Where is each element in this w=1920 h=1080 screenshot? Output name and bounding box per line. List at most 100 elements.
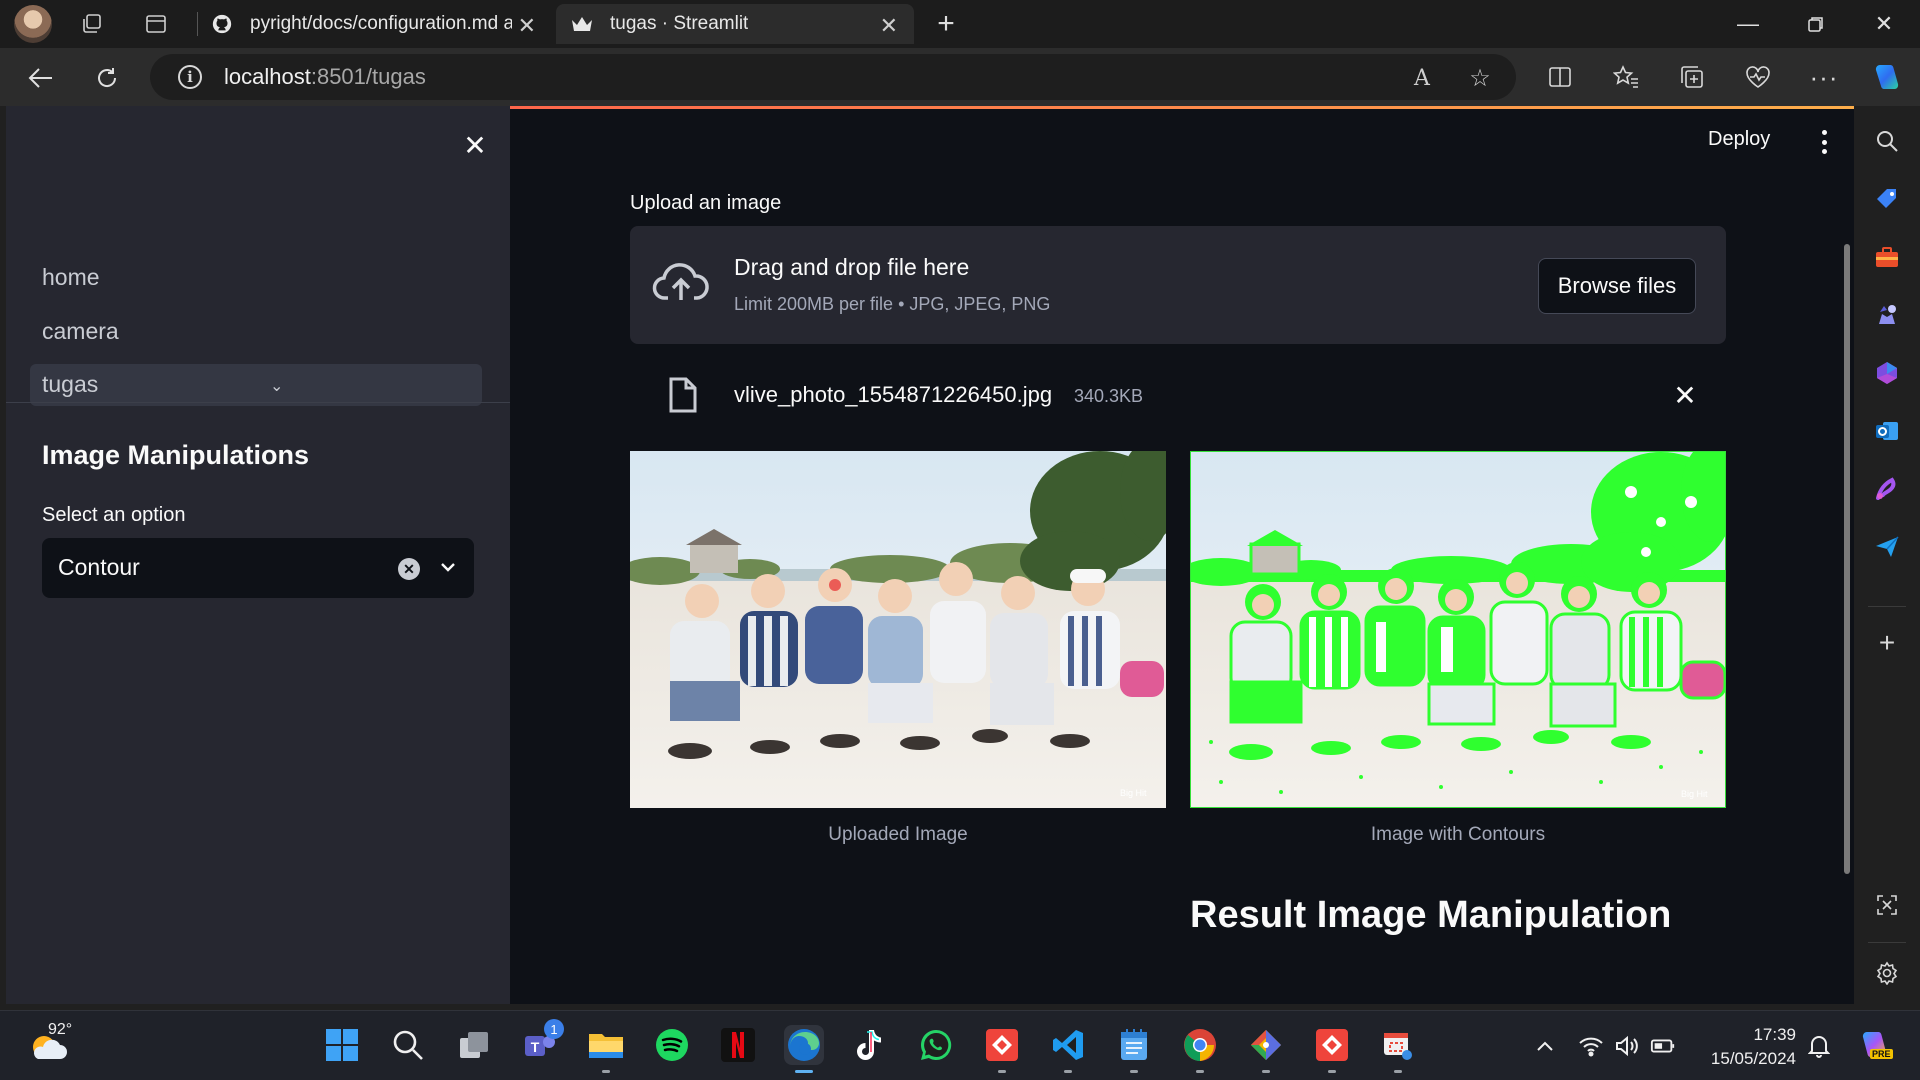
- uploader-label: Upload an image: [630, 192, 782, 214]
- sidebar-heading: Image Manipulations: [42, 440, 310, 470]
- file-size: 340.3KB: [1074, 386, 1144, 406]
- split-screen-icon[interactable]: [1544, 61, 1576, 93]
- tiktok-icon[interactable]: [850, 1025, 890, 1065]
- file-icon: [668, 376, 698, 414]
- copilot-taskbar-icon[interactable]: PRE: [1856, 1027, 1893, 1063]
- workspaces-icon[interactable]: [78, 10, 106, 38]
- volume-icon[interactable]: [1614, 1033, 1640, 1059]
- screenshot-icon[interactable]: [1872, 890, 1902, 920]
- git-icon[interactable]: [1246, 1025, 1286, 1073]
- add-icon[interactable]: +: [1872, 627, 1902, 658]
- profile-avatar[interactable]: [14, 5, 52, 43]
- url-text[interactable]: localhost:8501/tugas: [224, 64, 426, 90]
- anydesk-icon[interactable]: [982, 1025, 1022, 1073]
- outlook-icon[interactable]: [1872, 416, 1902, 446]
- close-window-icon[interactable]: ✕: [1864, 8, 1904, 40]
- chevron-up-icon[interactable]: [1532, 1033, 1558, 1059]
- teams-icon[interactable]: T 1: [520, 1019, 564, 1065]
- clock[interactable]: 17:39 15/05/2024: [1700, 1023, 1796, 1071]
- anydesk-2-icon[interactable]: [1312, 1025, 1352, 1073]
- sidebar-item-label: tugas: [42, 371, 99, 397]
- favorites-icon[interactable]: [1610, 61, 1642, 93]
- windows-taskbar: 92° T 1 17:39 15/05/2024 PRE: [0, 1010, 1920, 1080]
- back-button[interactable]: [24, 61, 58, 95]
- select-label: Select an option: [42, 504, 186, 526]
- snipping-tool-icon[interactable]: [1378, 1025, 1418, 1073]
- file-explorer-icon[interactable]: [586, 1025, 626, 1073]
- teams-notification-badge: 1: [544, 1019, 564, 1039]
- address-bar[interactable]: i localhost:8501/tugas A ☆: [150, 54, 1516, 100]
- site-info-icon[interactable]: i: [178, 65, 202, 89]
- edge-sidebar-divider: [1868, 606, 1906, 607]
- edge-sidebar-divider: [1868, 942, 1906, 943]
- search-icon[interactable]: [1872, 126, 1902, 156]
- chrome-icon[interactable]: [1180, 1025, 1220, 1073]
- file-dropzone[interactable]: Drag and drop file here Limit 200MB per …: [630, 226, 1726, 344]
- remove-file-icon[interactable]: ✕: [1670, 380, 1700, 411]
- result-title: Result Image Manipulation: [1190, 894, 1672, 936]
- dropzone-title: Drag and drop file here: [734, 254, 970, 280]
- collections-icon[interactable]: [1676, 61, 1708, 93]
- notepad-icon[interactable]: [1114, 1025, 1154, 1073]
- contour-image: Big Hit: [1190, 451, 1726, 808]
- spotify-icon[interactable]: [652, 1025, 692, 1065]
- deploy-button[interactable]: Deploy: [1708, 128, 1770, 151]
- copilot-icon[interactable]: [1870, 61, 1902, 93]
- tab-github[interactable]: pyright/docs/configuration.md at m ✕: [202, 4, 552, 44]
- windows-start-icon[interactable]: [322, 1025, 362, 1065]
- favorite-star-icon[interactable]: ☆: [1466, 64, 1494, 92]
- sidebar-item-tugas[interactable]: tugas ⌄: [30, 364, 482, 406]
- watermark: Big Hit: [1120, 788, 1147, 798]
- edge-icon[interactable]: [784, 1025, 824, 1073]
- minimize-icon[interactable]: —: [1728, 8, 1768, 40]
- chevron-down-icon[interactable]: ⌄: [270, 376, 283, 396]
- sidebar-item-home[interactable]: home: [42, 264, 100, 291]
- browse-files-button[interactable]: Browse files: [1538, 258, 1696, 314]
- whatsapp-icon[interactable]: [916, 1025, 956, 1065]
- task-view-icon[interactable]: [454, 1025, 494, 1065]
- new-tab-button[interactable]: +: [930, 7, 962, 40]
- cloud-upload-icon: [652, 258, 710, 306]
- tab-close-icon[interactable]: ✕: [880, 13, 898, 39]
- games-icon[interactable]: [1872, 300, 1902, 330]
- notification-bell-icon[interactable]: [1806, 1033, 1832, 1059]
- tools-icon[interactable]: [1872, 242, 1902, 272]
- tab-streamlit[interactable]: tugas · Streamlit ✕: [556, 4, 914, 44]
- uploaded-image: Big Hit: [630, 451, 1166, 808]
- restore-icon[interactable]: [1796, 8, 1836, 40]
- streamlit-app: ✕ home camera tugas ⌄ Image Manipulation…: [6, 106, 1854, 1004]
- browser-essentials-icon[interactable]: [1742, 61, 1774, 93]
- sidebar-divider: [6, 402, 510, 403]
- wifi-icon[interactable]: [1578, 1033, 1604, 1059]
- taskbar-search-icon[interactable]: [388, 1025, 428, 1065]
- settings-gear-icon[interactable]: [1872, 958, 1902, 988]
- clear-selection-icon[interactable]: ✕: [398, 558, 420, 580]
- clock-date: 15/05/2024: [1710, 1049, 1796, 1068]
- more-options-icon[interactable]: ···: [1808, 61, 1840, 93]
- shopping-tag-icon[interactable]: [1872, 184, 1902, 214]
- vertical-tabs-icon[interactable]: [142, 10, 170, 38]
- main-scrollbar[interactable]: [1844, 244, 1850, 874]
- file-name: vlive_photo_1554871226450.jpg: [734, 382, 1053, 407]
- vscode-icon[interactable]: [1048, 1025, 1088, 1073]
- close-sidebar-icon[interactable]: ✕: [460, 130, 490, 161]
- designer-icon[interactable]: [1872, 474, 1902, 504]
- tab-title: pyright/docs/configuration.md at m: [250, 13, 512, 34]
- sidebar-item-camera[interactable]: camera: [42, 318, 119, 345]
- netflix-icon[interactable]: [718, 1025, 758, 1065]
- contour-image-caption: Image with Contours: [1370, 824, 1546, 845]
- tab-divider: [197, 12, 198, 36]
- tab-close-icon[interactable]: ✕: [518, 13, 536, 39]
- chevron-down-icon[interactable]: [434, 552, 462, 582]
- battery-icon[interactable]: [1650, 1033, 1676, 1059]
- tab-title: tugas · Streamlit: [610, 13, 749, 34]
- option-select[interactable]: Contour ✕: [42, 538, 474, 598]
- select-value: Contour: [58, 554, 140, 580]
- microsoft-365-icon[interactable]: [1872, 358, 1902, 388]
- send-icon[interactable]: [1872, 532, 1902, 562]
- read-aloud-icon[interactable]: A: [1408, 64, 1436, 92]
- main-menu-icon[interactable]: [1816, 128, 1832, 156]
- pre-badge: PRE: [1870, 1049, 1893, 1059]
- refresh-button[interactable]: [90, 61, 124, 95]
- dropzone-limit-text: Limit 200MB per file • JPG, JPEG, PNG: [734, 294, 1051, 314]
